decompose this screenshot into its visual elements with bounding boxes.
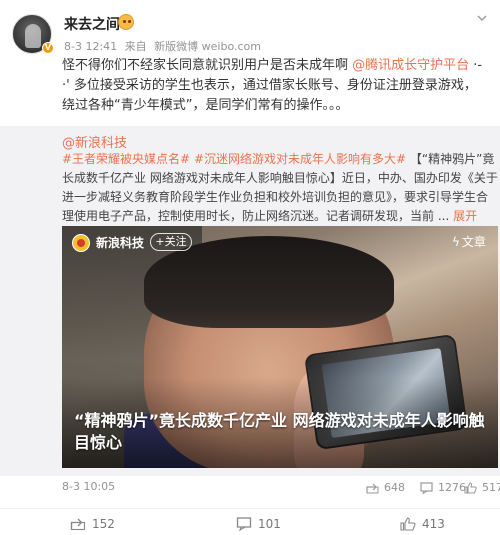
repost-count: 152 bbox=[92, 517, 115, 531]
mention-link[interactable]: @腾讯成长守护平台 bbox=[352, 58, 469, 73]
post-meta: 8-3 12:41 来自 新版微博 weibo.com bbox=[64, 38, 265, 54]
post-header: V 来去之间 8-3 12:41 来自 新版微博 weibo.com bbox=[12, 12, 488, 56]
post-text: 怪不得你们不经家长同意就识别用户是否未成年啊 @腾讯成长守护平台 ·-·' 多位… bbox=[62, 56, 488, 116]
article-link[interactable]: ϟ 文章 bbox=[452, 233, 486, 251]
repost-text: #王者荣耀被央媒点名# #沉迷网络游戏对未成年人影响有多大# 【“精神鸦片”竟长… bbox=[62, 150, 498, 226]
post-text-before: 怪不得你们不经家长同意就识别用户是否未成年啊 bbox=[62, 58, 353, 73]
comment-icon bbox=[236, 517, 252, 531]
repost-share-count: 648 bbox=[384, 481, 405, 494]
action-bar: 152 101 413 bbox=[0, 508, 500, 535]
thumbs-up-icon bbox=[400, 517, 416, 531]
channel-logo-icon[interactable] bbox=[72, 234, 90, 252]
post-time[interactable]: 8-3 12:41 bbox=[64, 40, 117, 53]
comment-count: 101 bbox=[258, 517, 281, 531]
post-source[interactable]: 新版微博 weibo.com bbox=[154, 40, 261, 53]
member-emoji-icon bbox=[118, 14, 134, 30]
share-icon bbox=[70, 518, 86, 531]
video-title: “精神鸦片”竟长成数千亿产业 网络游戏对未成年人影响触目惊心 bbox=[74, 411, 485, 452]
like-count: 413 bbox=[422, 517, 445, 531]
verified-badge-icon: V bbox=[42, 42, 54, 54]
hashtag-link[interactable]: #王者荣耀被央媒点名# bbox=[62, 152, 190, 166]
thumbs-up-icon bbox=[464, 482, 477, 494]
hashtag-link[interactable]: #沉迷网络游戏对未成年人影响有多大# bbox=[194, 152, 406, 166]
article-label: 文章 bbox=[461, 235, 486, 249]
repost-source: @新浪科技 bbox=[62, 132, 127, 151]
expand-link[interactable]: 展开 bbox=[453, 209, 477, 223]
chevron-down-icon[interactable] bbox=[476, 12, 488, 24]
repost-footer: 8-3 10:05 648 1276 5178 bbox=[62, 480, 500, 496]
username[interactable]: 来去之间 bbox=[64, 14, 120, 34]
repost-like-count: 5178 bbox=[482, 481, 500, 494]
lightning-icon: ϟ bbox=[452, 235, 460, 249]
share-icon bbox=[366, 483, 379, 494]
repost-comment-count: 1276 bbox=[438, 481, 466, 494]
repost-source-handle[interactable]: @新浪科技 bbox=[62, 136, 127, 151]
post-from-label: 来自 bbox=[124, 40, 147, 53]
repost-time[interactable]: 8-3 10:05 bbox=[62, 480, 115, 493]
video-channel-name[interactable]: 新浪科技 bbox=[96, 234, 144, 252]
comment-icon bbox=[420, 482, 433, 494]
follow-button[interactable]: +关注 bbox=[150, 233, 192, 251]
